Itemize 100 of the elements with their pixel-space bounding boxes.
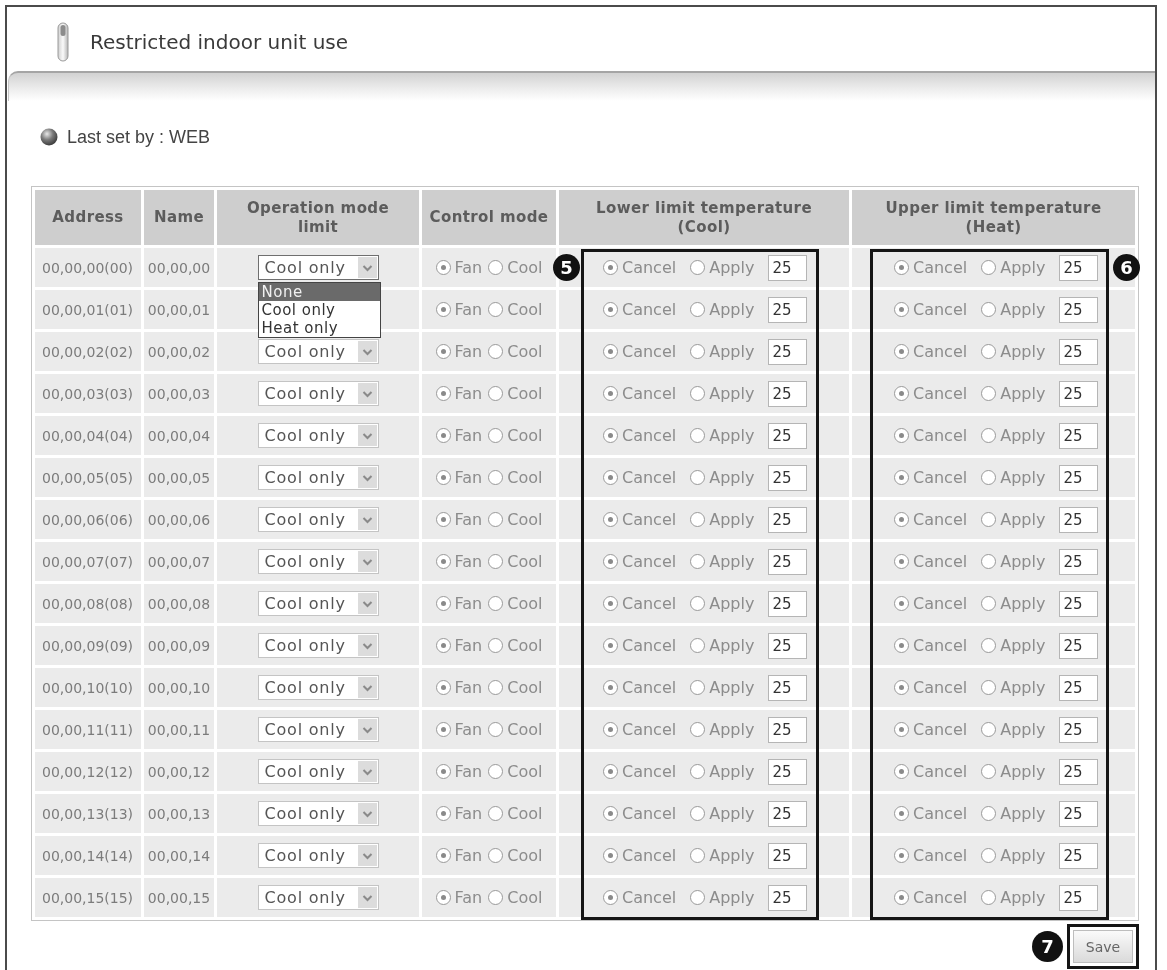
radio-label[interactable]: Apply bbox=[709, 846, 755, 865]
radio-label[interactable]: Apply bbox=[709, 804, 755, 823]
radio-button[interactable] bbox=[894, 302, 909, 317]
temperature-input[interactable]: 25 bbox=[1059, 884, 1099, 911]
radio-label[interactable]: Apply bbox=[1000, 888, 1046, 907]
radio-label[interactable]: Cancel bbox=[913, 594, 968, 613]
radio-button[interactable] bbox=[435, 554, 451, 569]
temperature-input[interactable]: 25 bbox=[768, 296, 808, 323]
radio-button[interactable] bbox=[690, 344, 706, 359]
radio-label[interactable]: Cool bbox=[507, 594, 543, 613]
radio-button[interactable] bbox=[690, 260, 706, 275]
radio-label[interactable]: Apply bbox=[1000, 762, 1046, 781]
temperature-input[interactable]: 25 bbox=[1059, 800, 1099, 827]
radio-button[interactable] bbox=[894, 722, 909, 737]
temperature-input[interactable]: 25 bbox=[1059, 338, 1099, 365]
radio-button[interactable] bbox=[488, 722, 504, 737]
radio-label[interactable]: Fan bbox=[454, 888, 483, 907]
radio-button[interactable] bbox=[981, 806, 997, 821]
radio-button[interactable] bbox=[981, 848, 997, 863]
radio-label[interactable]: Fan bbox=[454, 468, 483, 487]
radio-button[interactable] bbox=[690, 512, 706, 527]
radio-button[interactable] bbox=[603, 596, 618, 611]
radio-label[interactable]: Cancel bbox=[622, 594, 677, 613]
radio-label[interactable]: Cool bbox=[507, 384, 543, 403]
radio-button[interactable] bbox=[981, 344, 997, 359]
radio-button[interactable] bbox=[603, 554, 618, 569]
radio-button[interactable] bbox=[894, 596, 909, 611]
radio-button[interactable] bbox=[894, 344, 909, 359]
radio-label[interactable]: Apply bbox=[709, 258, 755, 277]
radio-label[interactable]: Fan bbox=[454, 678, 483, 697]
radio-button[interactable] bbox=[981, 302, 997, 317]
radio-label[interactable]: Cancel bbox=[913, 552, 968, 571]
radio-button[interactable] bbox=[981, 638, 997, 653]
radio-label[interactable]: Apply bbox=[1000, 342, 1046, 361]
dropdown-select[interactable]: Cool only bbox=[257, 591, 379, 616]
radio-label[interactable]: Apply bbox=[1000, 594, 1046, 613]
temperature-input[interactable]: 25 bbox=[1059, 506, 1099, 533]
save-button[interactable]: Save bbox=[1073, 930, 1133, 963]
radio-label[interactable]: Fan bbox=[454, 720, 483, 739]
radio-label[interactable]: Apply bbox=[1000, 426, 1046, 445]
temperature-input[interactable]: 25 bbox=[1059, 254, 1099, 281]
radio-label[interactable]: Apply bbox=[1000, 510, 1046, 529]
temperature-input[interactable]: 25 bbox=[768, 380, 808, 407]
radio-label[interactable]: Fan bbox=[454, 342, 483, 361]
radio-button[interactable] bbox=[435, 428, 451, 443]
dropdown-option[interactable]: Heat only bbox=[258, 319, 380, 337]
radio-button[interactable] bbox=[981, 680, 997, 695]
radio-button[interactable] bbox=[894, 554, 909, 569]
radio-button[interactable] bbox=[435, 596, 451, 611]
radio-button[interactable] bbox=[894, 428, 909, 443]
radio-label[interactable]: Fan bbox=[454, 426, 483, 445]
temperature-input[interactable]: 25 bbox=[1059, 548, 1099, 575]
radio-button[interactable] bbox=[894, 764, 909, 779]
radio-button[interactable] bbox=[488, 386, 504, 401]
radio-label[interactable]: Cancel bbox=[913, 258, 968, 277]
radio-label[interactable]: Apply bbox=[709, 594, 755, 613]
radio-label[interactable]: Apply bbox=[1000, 804, 1046, 823]
radio-label[interactable]: Cancel bbox=[622, 888, 677, 907]
radio-button[interactable] bbox=[435, 848, 451, 863]
radio-label[interactable]: Cancel bbox=[913, 720, 968, 739]
radio-button[interactable] bbox=[488, 512, 504, 527]
radio-button[interactable] bbox=[488, 848, 504, 863]
temperature-input[interactable]: 25 bbox=[1059, 296, 1099, 323]
temperature-input[interactable]: 25 bbox=[1059, 758, 1099, 785]
radio-button[interactable] bbox=[981, 512, 997, 527]
radio-label[interactable]: Apply bbox=[709, 468, 755, 487]
radio-button[interactable] bbox=[690, 428, 706, 443]
temperature-input[interactable]: 25 bbox=[1059, 590, 1099, 617]
radio-button[interactable] bbox=[488, 638, 504, 653]
temperature-input[interactable]: 25 bbox=[1059, 380, 1099, 407]
radio-button[interactable] bbox=[603, 428, 618, 443]
dropdown-select[interactable]: Cool only bbox=[257, 507, 379, 532]
radio-button[interactable] bbox=[981, 554, 997, 569]
radio-label[interactable]: Cancel bbox=[622, 678, 677, 697]
dropdown-option[interactable]: Cool only bbox=[258, 301, 380, 319]
temperature-input[interactable]: 25 bbox=[1059, 632, 1099, 659]
radio-label[interactable]: Cancel bbox=[622, 426, 677, 445]
temperature-input[interactable]: 25 bbox=[768, 758, 808, 785]
radio-button[interactable] bbox=[488, 344, 504, 359]
radio-label[interactable]: Cancel bbox=[913, 300, 968, 319]
radio-label[interactable]: Cancel bbox=[622, 636, 677, 655]
radio-label[interactable]: Cool bbox=[507, 804, 543, 823]
temperature-input[interactable]: 25 bbox=[1059, 422, 1099, 449]
radio-button[interactable] bbox=[690, 890, 706, 905]
radio-label[interactable]: Apply bbox=[709, 720, 755, 739]
radio-label[interactable]: Apply bbox=[1000, 384, 1046, 403]
radio-button[interactable] bbox=[690, 806, 706, 821]
radio-button[interactable] bbox=[488, 302, 504, 317]
radio-label[interactable]: Cancel bbox=[913, 426, 968, 445]
temperature-input[interactable]: 25 bbox=[768, 254, 808, 281]
dropdown-select[interactable]: Cool only bbox=[257, 675, 379, 700]
radio-button[interactable] bbox=[488, 596, 504, 611]
radio-button[interactable] bbox=[603, 680, 618, 695]
radio-label[interactable]: Cool bbox=[507, 426, 543, 445]
radio-label[interactable]: Fan bbox=[454, 846, 483, 865]
temperature-input[interactable]: 25 bbox=[1059, 464, 1099, 491]
dropdown-select[interactable]: Cool only bbox=[257, 549, 379, 574]
radio-button[interactable] bbox=[894, 470, 909, 485]
radio-button[interactable] bbox=[690, 722, 706, 737]
radio-label[interactable]: Fan bbox=[454, 510, 483, 529]
